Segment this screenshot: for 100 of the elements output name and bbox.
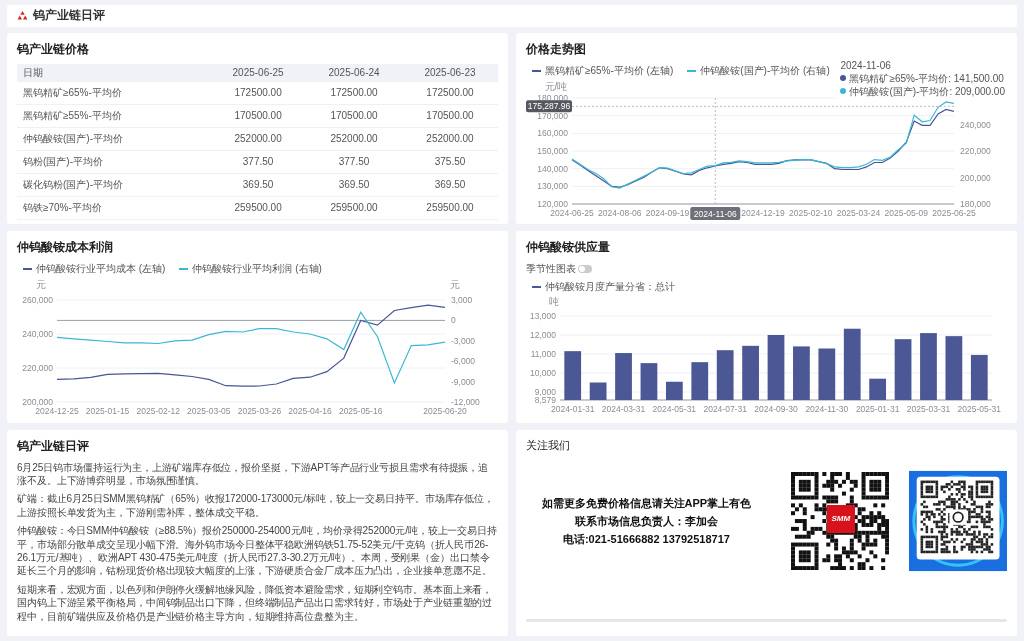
table-cell: 252000.00 [402,127,498,151]
bar [716,349,734,400]
axis-label: 2025-05-31 [957,403,1002,414]
legend-item[interactable]: 仲钨酸铵行业平均成本 (左轴) [23,261,166,276]
axis-label: 2025-01-31 [855,403,900,414]
axis-label: 200,000 [22,396,53,407]
axis-label: 3,000 [451,294,473,305]
axis-label: 2025-06-25 [932,207,976,218]
table-cell: 170500.00 [306,104,402,128]
bar [767,334,785,400]
table-cell: 259500.00 [402,196,498,220]
toggle-label: 季节性图表 [526,261,576,276]
axis-label: 260,000 [22,294,53,305]
legend-item[interactable]: 仲钨酸铵行业平均利润 (右轴) [179,261,322,276]
logo-icon [17,11,28,21]
commentary-paragraph: 短期来看，宏观方面，以色列和伊朗停火缓解地缘风险，降低资本避险需求，短期利空钨市。基本面上来看，国内钨上下游呈紧平衡格局，中间钨制品出口下降，但终端制品产品出口需求转好，市场处于产业链重塑的过程中，目前矿端供应及价格仍是产业链价格主导方向，短期维持高位盘整为主。 [17,582,494,623]
table-cell: 259500.00 [306,196,402,220]
axis-unit: 元 [36,278,46,290]
axis-label: 240,000 [960,119,991,130]
bar [818,348,836,400]
bar [691,361,709,400]
x-tick-label: 2024-11-06 [693,208,737,219]
bar [920,332,937,400]
axis-label: 2024-09-19 [645,207,690,218]
legend-item[interactable]: 仲钨酸铵月度产量分省：总计 [532,279,675,294]
contact-line: 电话:021-51666882 13792518717 [561,531,731,547]
table-cell: 375.50 [402,150,498,174]
table-cell: 369.50 [402,173,498,197]
axis-label: 2025-05-16 [338,405,383,416]
bar [894,338,912,400]
table-cell: 369.50 [306,173,402,197]
tooltip-value: 仲钨酸铵(国产)-平均价: 209,000.00 [849,84,1005,98]
tooltip-title: 2024-11-06 [840,58,892,72]
section-title: 价格走势图 [526,40,587,58]
axis-label: -12,000 [451,396,480,407]
axis-label: 130,000 [537,180,568,191]
axis-label: 8,579 [534,394,556,405]
bar [615,352,632,400]
axis-label: 240,000 [22,328,53,339]
column-header: 日期 [17,63,211,82]
section-title: 仲钨酸铵供应量 [526,238,611,256]
axis-label: 120,000 [537,198,568,209]
table-cell: 252000.00 [306,127,402,151]
axis-label: 2024-11-30 [805,403,849,414]
bar [843,328,861,400]
table-cell: 黑钨精矿≥55%-平均价 [17,104,211,128]
contact-line: 如需更多免费价格信息请关注APP掌上有色 [540,495,753,511]
table-cell: 377.50 [306,150,402,174]
axis-label: 2025-03-05 [187,405,231,416]
axis-label: 2025-05-09 [884,207,928,218]
axis-label: -3,000 [451,335,476,346]
axis-label: 2024-03-31 [601,403,646,414]
axis-label: 11,000 [530,348,556,359]
table-cell: 259500.00 [210,196,307,220]
axis-label: 0 [451,314,456,325]
axis-label: 2024-09-30 [754,403,798,414]
section-title: 仲钨酸铵成本利润 [17,238,114,256]
table-cell: 碳化钨粉(国产)-平均价 [17,173,211,197]
table-cell: 仲钨酸铵(国产)-平均价 [17,127,211,151]
table-cell: 172500.00 [402,81,498,105]
table-cell: 钨粉(国产)-平均价 [17,150,211,174]
seasonal-toggle[interactable] [578,264,592,273]
axis-label: 2024-06-25 [550,207,594,218]
axis-label: 2024-08-06 [598,207,642,218]
table-cell: 172500.00 [306,81,402,105]
axis-label: 2025-02-12 [136,405,180,416]
table-cell: 377.50 [210,150,307,174]
table-cell: 钨铁≥70%-平均价 [17,196,211,220]
axis-label: 160,000 [537,127,568,138]
axis-label: 220,000 [22,362,53,373]
legend-item[interactable]: 仲钨酸铵(国产)-平均价 (右轴) [687,63,830,78]
axis-label: 2025-02-10 [789,207,833,218]
column-header: 2025-06-23 [402,63,498,82]
axis-label: 220,000 [960,145,991,156]
axis-label: 12,000 [530,329,556,340]
legend-item[interactable]: 黑钨精矿≥65%-平均价 (左轴) [532,63,674,78]
tooltip-value: 黑钨精矿≥65%-平均价: 141,500.00 [849,71,1004,85]
section-title: 关注我们 [526,437,571,453]
table-cell: 170500.00 [402,104,498,128]
commentary-paragraph: 矿端：截止6月25日SMM黑钨精矿（65%）收报172000-173000元/标吨，较上一交易日持平。市场库存低位，上游按照长单发货为主，下游刚需补库，整体成交平稳。 [17,492,496,520]
axis-label: 2024-12-19 [741,207,785,218]
pointer-label: 175,287.96 [526,99,572,112]
bar [945,335,963,400]
bar [970,354,988,400]
axis-unit: 吨 [549,295,559,307]
bar [564,350,582,400]
qr-code-icon [908,468,1007,573]
axis-label: -6,000 [451,355,476,366]
commentary-paragraph: 6月25日钨市场僵持运行为主，上游矿端库存低位，报价坚挺，下游APT等产品行业亏损且需求有待提振，追涨不及。上下游博弈明显，市场氛围谨慎。 [17,460,490,488]
bar [869,378,887,400]
bar [665,381,683,400]
bar [589,382,607,400]
section-title: 钨产业链价格 [17,40,90,58]
axis-label: 2024-07-31 [703,403,747,414]
axis-label: 200,000 [960,172,991,183]
axis-label: 140,000 [537,163,568,174]
bar [640,362,658,400]
column-header: 2025-06-25 [210,63,307,82]
page-title: 钨产业链日评 [33,7,105,25]
axis-label: 2025-01-15 [85,405,130,416]
